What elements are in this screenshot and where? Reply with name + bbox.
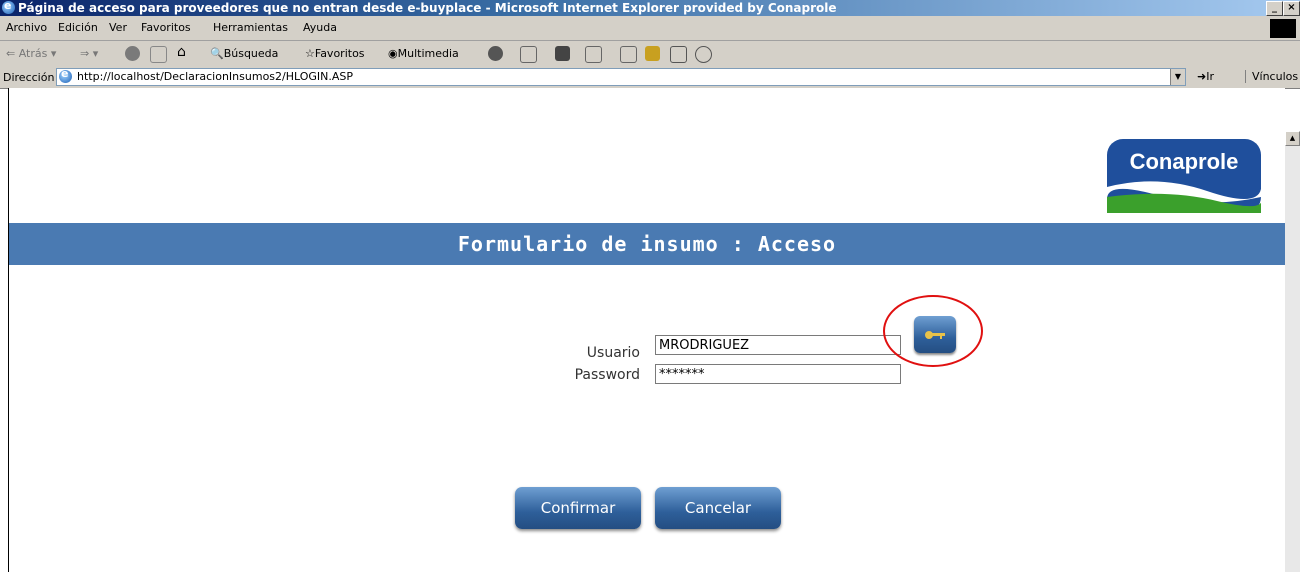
window-title-bar: Página de acceso para proveedores que no… <box>0 0 1300 16</box>
media-button[interactable]: ◉Multimedia <box>388 47 459 60</box>
address-bar: Dirección http://localhost/DeclaracionIn… <box>0 66 1300 89</box>
ie-icon <box>2 0 15 14</box>
user-icon[interactable] <box>695 46 712 63</box>
toolbar: ⇐ Atrás ▾ ⇒ ▾ ⌂ 🔍Búsqueda ☆Favoritos ◉Mu… <box>0 41 1300 67</box>
address-input[interactable]: http://localhost/DeclaracionInsumos2/HLO… <box>56 67 1186 86</box>
windows-flag-icon <box>1270 19 1296 38</box>
usuario-input[interactable] <box>655 335 901 355</box>
menu-herramientas[interactable]: Herramientas <box>213 21 288 34</box>
page-icon <box>59 67 72 83</box>
address-url[interactable]: http://localhost/DeclaracionInsumos2/HLO… <box>77 70 353 83</box>
vertical-scrollbar[interactable]: ▲ <box>1285 131 1300 572</box>
menu-bar: Archivo Edición Ver Favoritos Herramient… <box>0 16 1300 41</box>
cancel-button[interactable]: Cancelar <box>655 487 781 529</box>
menu-ayuda[interactable]: Ayuda <box>303 21 337 34</box>
scroll-up-icon[interactable]: ▲ <box>1285 131 1300 146</box>
history-icon[interactable] <box>488 46 503 61</box>
page-content <box>8 88 1285 572</box>
page-title: Formulario de insumo : Acceso <box>9 223 1285 265</box>
research-icon[interactable] <box>670 46 687 63</box>
menu-edicion[interactable]: Edición <box>58 21 98 34</box>
stop-icon[interactable] <box>125 46 140 61</box>
password-input[interactable] <box>655 364 901 384</box>
menu-archivo[interactable]: Archivo <box>6 21 47 34</box>
messenger-icon[interactable] <box>645 46 660 61</box>
forward-button[interactable]: ⇒ ▾ <box>80 47 98 60</box>
links-button[interactable]: Vínculos <box>1245 70 1298 83</box>
search-button[interactable]: 🔍Búsqueda <box>210 47 278 60</box>
refresh-icon[interactable] <box>150 46 167 63</box>
address-label: Dirección <box>3 71 55 84</box>
logo-text: Conaprole <box>1130 149 1239 174</box>
menu-ver[interactable]: Ver <box>109 21 127 34</box>
go-button[interactable]: ➜Ir <box>1197 70 1214 83</box>
usuario-label: Usuario <box>586 345 640 361</box>
minimize-button[interactable]: _ <box>1266 1 1283 16</box>
home-icon[interactable]: ⌂ <box>177 44 186 60</box>
confirm-button[interactable]: Confirmar <box>515 487 641 529</box>
menu-favoritos[interactable]: Favoritos <box>141 21 191 34</box>
back-button[interactable]: ⇐ Atrás ▾ <box>6 47 56 60</box>
mail-icon[interactable] <box>520 46 537 63</box>
red-highlight-circle <box>883 295 983 367</box>
close-button[interactable]: × <box>1283 1 1300 16</box>
address-dropdown-icon[interactable]: ▼ <box>1170 69 1185 85</box>
edit-icon[interactable] <box>585 46 602 63</box>
discuss-icon[interactable] <box>620 46 637 63</box>
favorites-button[interactable]: ☆Favoritos <box>305 47 365 60</box>
conaprole-logo: Conaprole <box>1107 139 1261 213</box>
print-icon[interactable] <box>555 46 570 61</box>
password-label: Password <box>574 367 640 383</box>
window-title: Página de acceso para proveedores que no… <box>18 1 837 15</box>
